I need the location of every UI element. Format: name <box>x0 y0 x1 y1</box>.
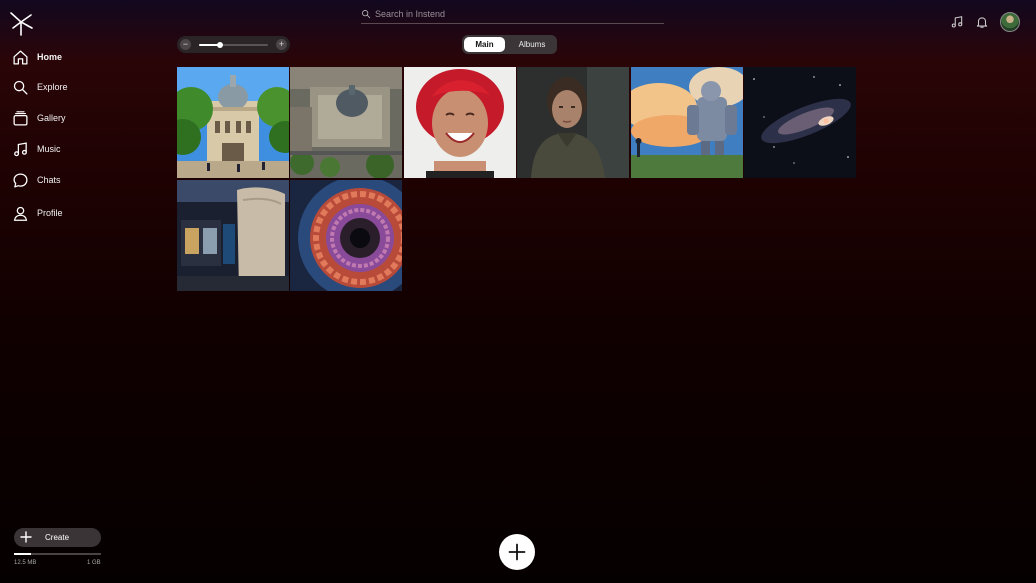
photo-tile[interactable] <box>517 67 629 178</box>
zoom-in-button[interactable]: + <box>276 39 287 50</box>
sidebar-item-explore[interactable]: Explore <box>12 75 68 99</box>
search-bar <box>361 5 664 24</box>
view-tabs: Main Albums <box>462 35 557 54</box>
sidebar-item-home[interactable]: Home <box>12 45 62 69</box>
header-actions <box>950 12 1020 32</box>
zoom-slider[interactable] <box>199 42 268 48</box>
storage-usage-bar <box>14 553 101 555</box>
user-icon <box>13 206 28 221</box>
search-input[interactable] <box>375 9 655 19</box>
music-note-icon <box>14 141 27 156</box>
photo-tile[interactable] <box>744 67 856 178</box>
avatar[interactable] <box>1000 12 1020 32</box>
search-icon <box>362 10 371 19</box>
sidebar-item-label: Explore <box>37 82 68 92</box>
photo-smiling-woman <box>404 67 516 178</box>
music-note-icon[interactable] <box>950 15 964 29</box>
photo-game-character <box>517 67 629 178</box>
sidebar-item-chats[interactable]: Chats <box>12 168 61 192</box>
photo-museum-hall <box>177 180 289 291</box>
bell-icon[interactable] <box>975 15 989 29</box>
tab-albums[interactable]: Albums <box>509 37 555 52</box>
photo-tile[interactable] <box>631 67 743 178</box>
search-icon <box>13 80 28 95</box>
create-button[interactable]: Create <box>14 528 101 547</box>
add-button[interactable] <box>499 534 535 570</box>
plus-icon <box>20 531 32 543</box>
sidebar-item-label: Chats <box>37 175 61 185</box>
sidebar-item-music[interactable]: Music <box>12 137 61 161</box>
storage-used-text: 12.5 MB <box>14 560 37 566</box>
photo-tile[interactable] <box>290 180 402 291</box>
create-button-label: Create <box>45 533 70 542</box>
storage-total-text: 1 GB <box>87 560 101 566</box>
photo-robot-illustration <box>631 67 743 178</box>
zoom-slider-thumb[interactable] <box>216 42 223 48</box>
tab-main[interactable]: Main <box>464 37 505 52</box>
chat-bubble-icon <box>13 172 28 188</box>
photo-aerial-campus <box>290 67 402 178</box>
sidebar-item-label: Gallery <box>37 113 66 123</box>
storage-usage-fill <box>14 553 32 555</box>
sidebar-item-profile[interactable]: Profile <box>12 201 63 225</box>
sidebar-item-label: Profile <box>37 208 63 218</box>
gallery-icon <box>13 110 28 126</box>
sidebar-item-label: Music <box>37 144 61 154</box>
zoom-control: − + <box>177 36 290 53</box>
photo-tile[interactable] <box>404 67 516 178</box>
sidebar-item-label: Home <box>37 52 63 62</box>
plus-icon <box>508 543 526 561</box>
zoom-out-button[interactable]: − <box>180 39 191 50</box>
photo-particle-detector <box>290 180 402 291</box>
instend-logo-icon[interactable] <box>8 10 34 36</box>
photo-tile[interactable] <box>177 67 289 178</box>
sidebar-item-gallery[interactable]: Gallery <box>12 106 66 130</box>
photo-tile[interactable] <box>290 67 402 178</box>
photo-university-building <box>177 67 289 178</box>
photo-galaxy <box>744 67 856 178</box>
photo-tile[interactable] <box>177 180 289 291</box>
home-icon <box>13 49 28 65</box>
